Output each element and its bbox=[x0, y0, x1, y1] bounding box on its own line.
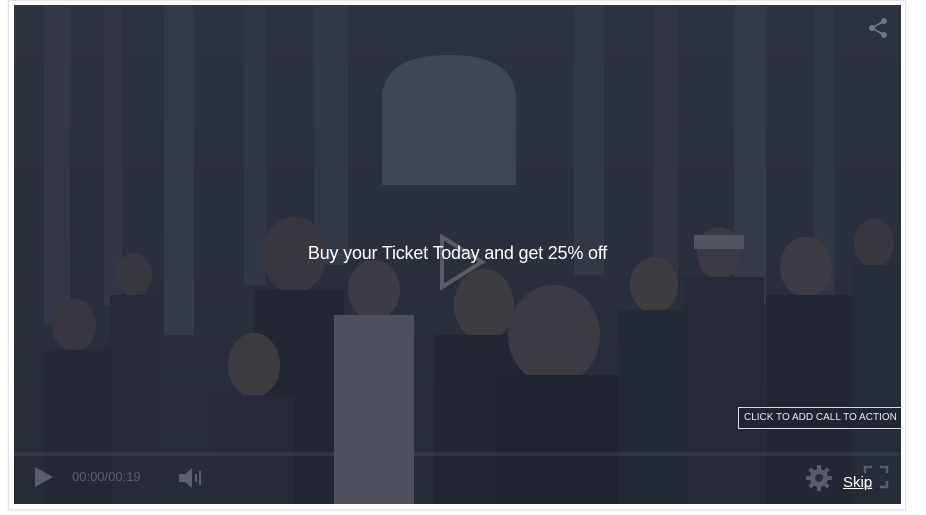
gear-icon[interactable] bbox=[805, 464, 833, 492]
skip-button[interactable]: Skip bbox=[843, 474, 872, 491]
share-icon[interactable] bbox=[867, 17, 889, 39]
volume-icon[interactable] bbox=[177, 466, 203, 490]
time-display: 00:00/00:19 bbox=[72, 469, 141, 484]
play-icon[interactable] bbox=[32, 466, 54, 488]
total-time: 00:19 bbox=[108, 469, 141, 484]
video-player[interactable]: Buy your Ticket Today and get 25% off CL… bbox=[14, 5, 901, 504]
ad-headline: Buy your Ticket Today and get 25% off bbox=[307, 243, 608, 263]
progress-bar[interactable] bbox=[14, 452, 901, 456]
call-to-action-button[interactable]: CLICK TO ADD CALL TO ACTION bbox=[738, 407, 901, 429]
current-time: 00:00 bbox=[72, 469, 105, 484]
player-controls-bar: 00:00/00:19 bbox=[14, 452, 901, 504]
